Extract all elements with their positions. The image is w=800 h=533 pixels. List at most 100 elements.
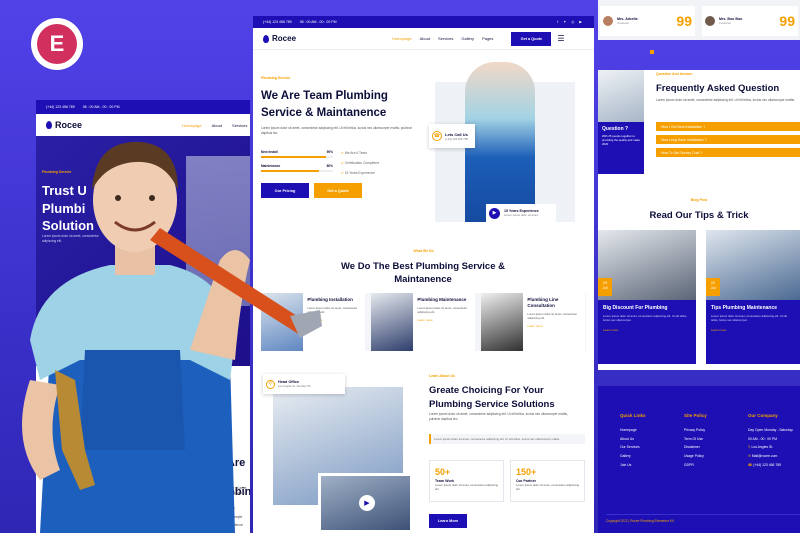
learn-more-link[interactable]: Learn more <box>417 318 475 322</box>
hero-worker-photo <box>465 62 535 222</box>
mail-icon: ✉ <box>748 454 751 459</box>
slider-dot[interactable] <box>650 50 654 54</box>
company-info: ☎ (+44) 123 456 789 <box>748 461 798 470</box>
check-item: ✔ 15 Years Experience <box>341 169 379 179</box>
quick-links-col: Quick Links Homepage About Us Our Servic… <box>620 410 662 470</box>
author-role: Customer <box>617 21 630 25</box>
faq-item[interactable]: How I Get Best Installation ? <box>656 122 800 131</box>
menu-services[interactable]: Services <box>438 36 453 41</box>
plumber-eye <box>115 195 121 201</box>
company-info-text: (+44) 123 456 789 <box>753 463 781 468</box>
faq-item[interactable]: How Long Have Installation ? <box>656 135 800 144</box>
menu-about[interactable]: About <box>420 36 430 41</box>
avatar <box>603 16 613 26</box>
menu-homepage[interactable]: Homepage <box>392 36 412 41</box>
hours-text: 08 : 00 AM - 00 : 00 PM <box>82 105 120 109</box>
check-label: We Are A Team <box>344 151 368 155</box>
col-title: Quick Links <box>620 413 646 418</box>
logo-text: Rocee <box>272 34 297 43</box>
service-desc: Lorem ipsum dolor sit amet, consectetur … <box>527 311 578 320</box>
learn-more-link[interactable]: Learn more <box>527 324 585 328</box>
service-title: Plumbing Maintenance <box>417 297 467 302</box>
stat-desc: Lorem ipsum dolor sit amet, consectetur … <box>435 483 498 492</box>
check-item: ✔ We Are A Team <box>341 149 379 159</box>
check-label: 15 Years Experience <box>344 170 375 175</box>
learn-more-link[interactable]: Learn more <box>711 328 795 332</box>
get-quote-button[interactable]: Get a Quote <box>511 31 552 46</box>
blog-body: Big Discount For Plumbing Lorem ipsum do… <box>598 300 696 364</box>
faq-item[interactable]: How To Get Survey Cost ? <box>656 148 800 157</box>
footer-link[interactable]: About Us <box>620 435 662 444</box>
blog-card[interactable]: 19 Jul Big Discount For Plumbing Lorem ip… <box>598 230 696 364</box>
footer-link[interactable]: Homepage <box>620 426 662 435</box>
testimonial-strip: Mrs. Arbella Customer 99 Mrs. Boo Boo Cust… <box>598 0 800 40</box>
footer-link[interactable]: Usage Policy <box>684 452 726 461</box>
phone-icon: ☎ <box>432 131 442 141</box>
service-text: Plumbing Maintenance Lorem ipsum dolor si… <box>417 293 475 351</box>
service-desc: Lorem ipsum dolor sit amet, consectetur … <box>417 305 468 314</box>
about-eyebrow: Learn About Us <box>429 374 455 378</box>
author-role: Customer <box>719 21 732 25</box>
check-icon: ✔ <box>341 170 344 175</box>
stat-desc: Lorem ipsum dolor sit amet, consectetur … <box>516 483 579 492</box>
footer-link[interactable]: Join Us <box>620 461 662 470</box>
play-icon[interactable]: ▶ <box>489 207 500 219</box>
logo[interactable]: Rocee <box>263 34 296 43</box>
play-icon[interactable]: ▶ <box>359 495 375 511</box>
testimonial-card: Mrs. Boo Boo Customer 99 <box>702 6 798 36</box>
hero-checklist: ✔ We Are A Team ✔ Certification Complete… <box>341 149 379 179</box>
blog-card[interactable]: 22 Jul Tips Plumbing Maintenance Lorem ip… <box>706 230 800 364</box>
service-image <box>481 293 524 351</box>
service-card[interactable]: Plumbing Line Consultation Lorem ipsum do… <box>481 293 585 351</box>
menu-gallery[interactable]: Gallery <box>461 36 474 41</box>
right-page-preview: Question ? With 25 people together to pr… <box>598 70 800 370</box>
check-icon: ✔ <box>341 160 344 165</box>
main-topbar: (+44) 123 456 789 08 : 00 AM - 00 : 00 P… <box>253 16 594 28</box>
faq-eyebrow: Question And Answer <box>656 72 693 76</box>
about-title: Greate Choicing For Your Plumbing Servic… <box>429 385 555 410</box>
footer-link[interactable]: Disclaimer <box>684 443 726 452</box>
stats-row: 50+ Team Work Lorem ipsum dolor sit amet, … <box>429 460 585 502</box>
stat-card: 50+ Team Work Lorem ipsum dolor sit amet, … <box>429 460 504 502</box>
footer-link[interactable]: GDPR <box>684 461 726 470</box>
call-title: Lets Call Us <box>445 131 468 137</box>
col-title: Site Policy <box>684 413 707 418</box>
menu-pages[interactable]: Pages <box>482 36 493 41</box>
testimonial-author: Mrs. Boo Boo Customer <box>719 17 742 25</box>
quote-icon: 99 <box>779 13 795 29</box>
about-desc: Lorem ipsum dolor sit amet, consectetur … <box>429 412 568 421</box>
call-card[interactable]: ☎ Lets Call Us (+44) 123 456 789 <box>429 124 475 148</box>
hamburger-icon[interactable]: ☰ <box>557 34 564 43</box>
blog-title: Read Our Tips & Trick <box>649 210 749 221</box>
faq-side-desc: With 25 people together to providing the… <box>602 134 640 146</box>
col-title: Our Company <box>748 413 778 418</box>
call-phone: (+44) 123 456 789 <box>445 136 468 141</box>
date-month: Jul <box>710 285 716 291</box>
company-info-text: Los Angles St. <box>751 445 774 450</box>
blog-post-desc: Lorem ipsum dolor sit amet, consectetur … <box>603 314 688 322</box>
site-policy-col: Site Policy Privacy Policy Term Of Use D… <box>684 410 726 470</box>
footer-link[interactable]: Privacy Policy <box>684 426 726 435</box>
company-info: ⚲ Los Angles St. <box>748 443 798 452</box>
phone-text: (+44) 123 456 789 <box>263 20 292 24</box>
service-card[interactable]: Plumbing Maintenance Lorem ipsum dolor si… <box>371 293 475 351</box>
footer-link[interactable]: Term Of Use <box>684 435 726 444</box>
blog-image <box>598 230 696 300</box>
plumber-photo <box>22 141 322 533</box>
social-icons[interactable]: f ✦ ◎ ▶ <box>557 20 584 24</box>
service-text: Plumbing Line Consultation Lorem ipsum do… <box>527 293 585 351</box>
plumber-bib <box>80 350 185 450</box>
copyright: Copyright 2022 | Rocee Plumbing Elemento… <box>606 514 800 523</box>
exp-text: 15 Years Experience Lorem ipsum dolor sit… <box>504 209 539 217</box>
learn-more-link[interactable]: Learn more <box>603 328 691 332</box>
faq-desc: Lorem ipsum dolor sit amet, consectetur … <box>656 98 795 102</box>
quote-icon: 99 <box>676 13 692 29</box>
faq-side-card: Question ? With 25 people together to pr… <box>598 122 644 174</box>
stat-num: 50+ <box>435 467 451 477</box>
footer-columns: Quick Links Homepage About Us Our Servic… <box>620 410 798 470</box>
check-icon: ✔ <box>341 151 344 155</box>
footer-link[interactable]: Gallery <box>620 452 662 461</box>
footer-link[interactable]: Our Services <box>620 443 662 452</box>
learn-more-button[interactable]: Learn More <box>429 514 467 528</box>
avatar <box>705 16 715 26</box>
